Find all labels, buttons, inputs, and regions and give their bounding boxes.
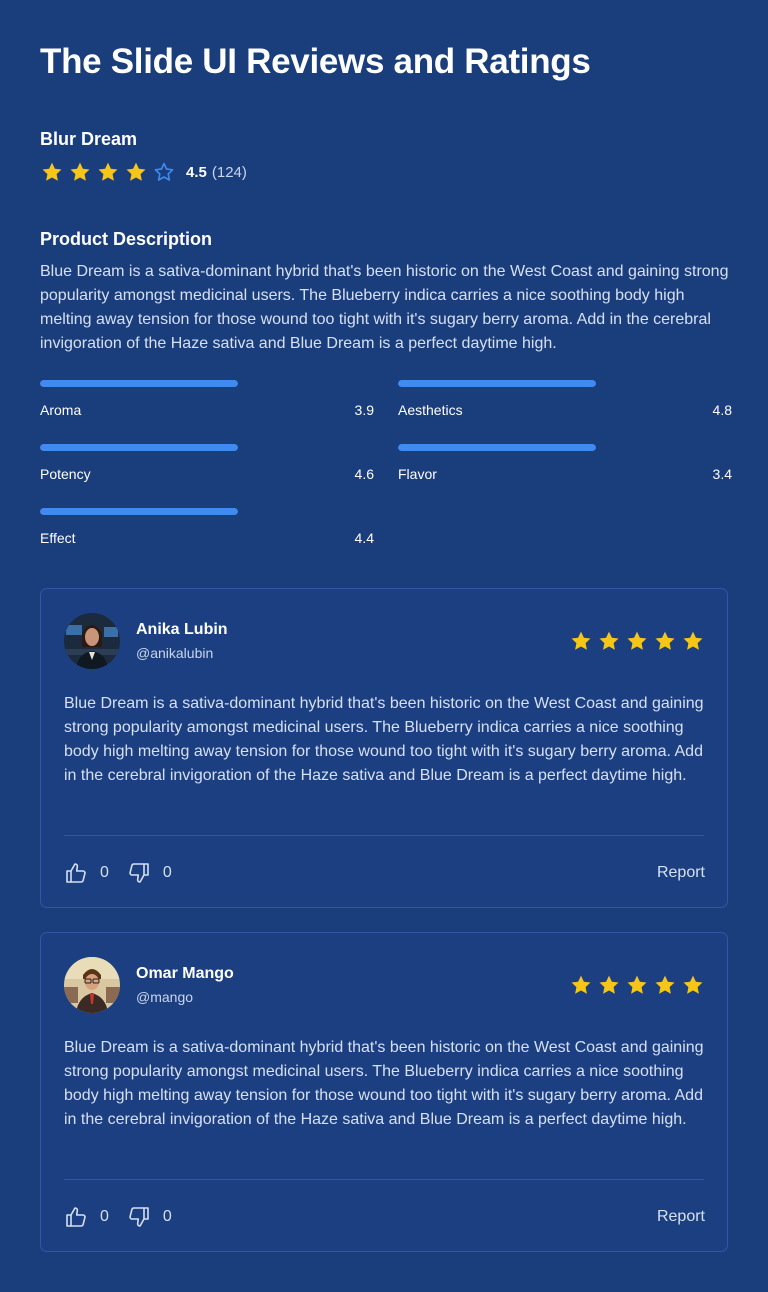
star-outline-icon [154,162,174,181]
reviewer-name: Anika Lubin [136,621,228,638]
product-stars [40,160,176,184]
metric-bar-fill [40,444,238,451]
product-rating: 4.5 (124) [40,161,247,183]
product-name: Blur Dream [40,129,138,149]
metric-bar-fill [398,380,596,387]
star-icon [42,162,62,181]
like-button[interactable]: 0 [64,1205,109,1229]
review-stars [569,629,705,653]
like-count: 0 [100,1208,109,1225]
metric-aesthetics: Aesthetics 4.8 [398,380,732,424]
avatar-image [64,613,120,669]
metric-bar [40,444,238,451]
divider [64,1179,704,1180]
avatar-image [64,957,120,1013]
like-count: 0 [100,864,109,881]
metric-effect: Effect 4.4 [40,508,374,552]
reviewer-handle: @anikalubin [136,645,214,661]
divider [64,835,704,836]
metric-flavor: Flavor 3.4 [398,444,732,488]
reviewer-handle: @mango [136,989,194,1005]
review-actions: 0 0 [64,861,172,885]
metric-bar [398,444,596,451]
review-text: Blue Dream is a sativa-dominant hybrid t… [64,695,704,784]
metric-potency: Potency 4.6 [40,444,374,488]
metric-value: 4.6 [354,466,374,482]
like-button[interactable]: 0 [64,861,109,885]
star-icon [571,975,591,994]
star-icon [599,631,619,650]
thumbs-up-icon [66,863,86,883]
review-card: Omar Mango @mango Blue Dream is a sativa… [40,932,728,1252]
metric-bar-fill [40,380,238,387]
avatar [64,613,120,669]
thumbs-up-icon [66,1207,86,1227]
report-link[interactable]: Report [657,1208,705,1226]
metric-bar-fill [398,444,596,451]
dislike-count: 0 [162,864,172,881]
dislike-count: 0 [162,1208,172,1225]
report-link[interactable]: Report [657,864,705,882]
star-icon [627,631,647,650]
star-icon [70,162,90,181]
metric-bar-fill [40,508,238,515]
review-card: Anika Lubin @anikalubin Blue Dream is a … [40,588,728,908]
star-icon [599,975,619,994]
review-text: Blue Dream is a sativa-dominant hybrid t… [64,1039,704,1128]
metric-value: 3.9 [354,402,374,418]
star-icon [571,631,591,650]
description-text: Blue Dream is a sativa-dominant hybrid t… [40,263,729,352]
metric-label: Potency [40,466,91,482]
metric-bar [40,508,238,515]
metric-value: 3.4 [712,466,732,482]
star-icon [655,631,675,650]
rating-value: 4.5 [186,163,207,181]
dislike-button[interactable]: 0 [127,861,172,885]
rating-count: (124) [211,163,247,181]
star-icon [683,975,703,994]
star-icon [98,162,118,181]
dislike-button[interactable]: 0 [127,1205,172,1229]
review-stars [569,973,705,997]
thumbs-down-icon [129,1207,149,1227]
review-actions: 0 0 [64,1205,172,1229]
description-heading: Product Description [40,229,213,249]
thumbs-down-icon [129,863,149,883]
star-icon [627,975,647,994]
metric-bar [398,380,596,387]
star-icon [683,631,703,650]
metric-label: Flavor [398,466,437,482]
metric-bar [40,380,238,387]
star-icon [126,162,146,181]
page-title: The Slide UI Reviews and Ratings [40,42,591,81]
star-icon [655,975,675,994]
reviewer-name: Omar Mango [136,965,234,982]
avatar [64,957,120,1013]
metric-label: Effect [40,530,76,546]
metric-aroma: Aroma 3.9 [40,380,374,424]
metric-value: 4.4 [354,530,374,546]
metric-label: Aroma [40,402,82,418]
metric-value: 4.8 [712,402,732,418]
metric-label: Aesthetics [398,402,463,418]
